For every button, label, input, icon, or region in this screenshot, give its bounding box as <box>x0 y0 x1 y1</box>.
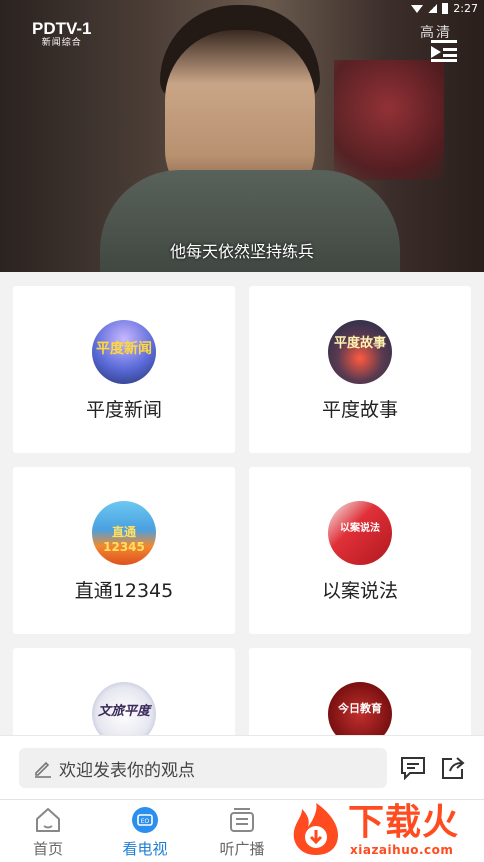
program-thumbnail: 以案说法 <box>328 501 392 565</box>
comment-bar: 欢迎发表你的观点 <box>0 735 484 799</box>
program-card[interactable]: 平度故事 平度故事 <box>249 286 471 453</box>
tab-radio[interactable]: 听广播 <box>197 800 287 862</box>
tv-icon: EO <box>132 807 158 833</box>
home-icon <box>36 808 60 832</box>
pen-icon <box>35 761 51 778</box>
video-background <box>334 60 444 180</box>
channel-logo: PDTV-1 新闻综合 <box>32 19 92 49</box>
comment-input[interactable]: 欢迎发表你的观点 <box>19 748 387 788</box>
app-root: PDTV-1 新闻综合 2:27 高清 他每天依然坚持练兵 平度新闻 平度新闻 <box>0 0 484 862</box>
program-thumbnail: 直通12345 <box>92 501 156 565</box>
comment-placeholder: 欢迎发表你的观点 <box>59 760 195 781</box>
battery-icon <box>442 3 449 14</box>
tab-tv[interactable]: EO 看电视 <box>100 800 190 862</box>
signal-icon <box>428 4 438 13</box>
program-card[interactable]: 直通12345 直通12345 <box>13 467 235 634</box>
watermark: 下载火 xiazaihuo.com <box>288 799 484 862</box>
svg-text:EO: EO <box>141 818 150 825</box>
video-subtitle: 他每天依然坚持练兵 <box>169 242 314 261</box>
program-thumbnail: 平度故事 <box>328 320 392 384</box>
radio-icon <box>230 808 254 832</box>
program-title: 平度新闻 <box>85 399 162 421</box>
wifi-icon <box>411 4 424 13</box>
program-card[interactable]: 以案说法 以案说法 <box>249 467 471 634</box>
status-bar: 2:27 <box>411 2 478 15</box>
playlist-icon[interactable] <box>431 40 459 62</box>
program-card[interactable]: 今日教育 <box>249 648 471 746</box>
program-title: 以案说法 <box>321 580 398 602</box>
program-thumbnail: 平度新闻 <box>92 320 156 384</box>
flame-logo-icon <box>293 803 338 855</box>
share-icon[interactable] <box>440 756 466 780</box>
tab-home[interactable]: 首页 <box>3 800 93 862</box>
clock: 2:27 <box>453 2 478 15</box>
program-title: 直通12345 <box>74 580 174 602</box>
program-title: 平度故事 <box>321 399 398 421</box>
program-card[interactable]: 文旅平度 <box>13 648 235 746</box>
comment-icon[interactable] <box>400 756 426 780</box>
video-player[interactable]: PDTV-1 新闻综合 2:27 高清 他每天依然坚持练兵 <box>0 0 484 272</box>
program-card[interactable]: 平度新闻 平度新闻 <box>13 286 235 453</box>
quality-button[interactable]: 高清 <box>420 22 452 42</box>
